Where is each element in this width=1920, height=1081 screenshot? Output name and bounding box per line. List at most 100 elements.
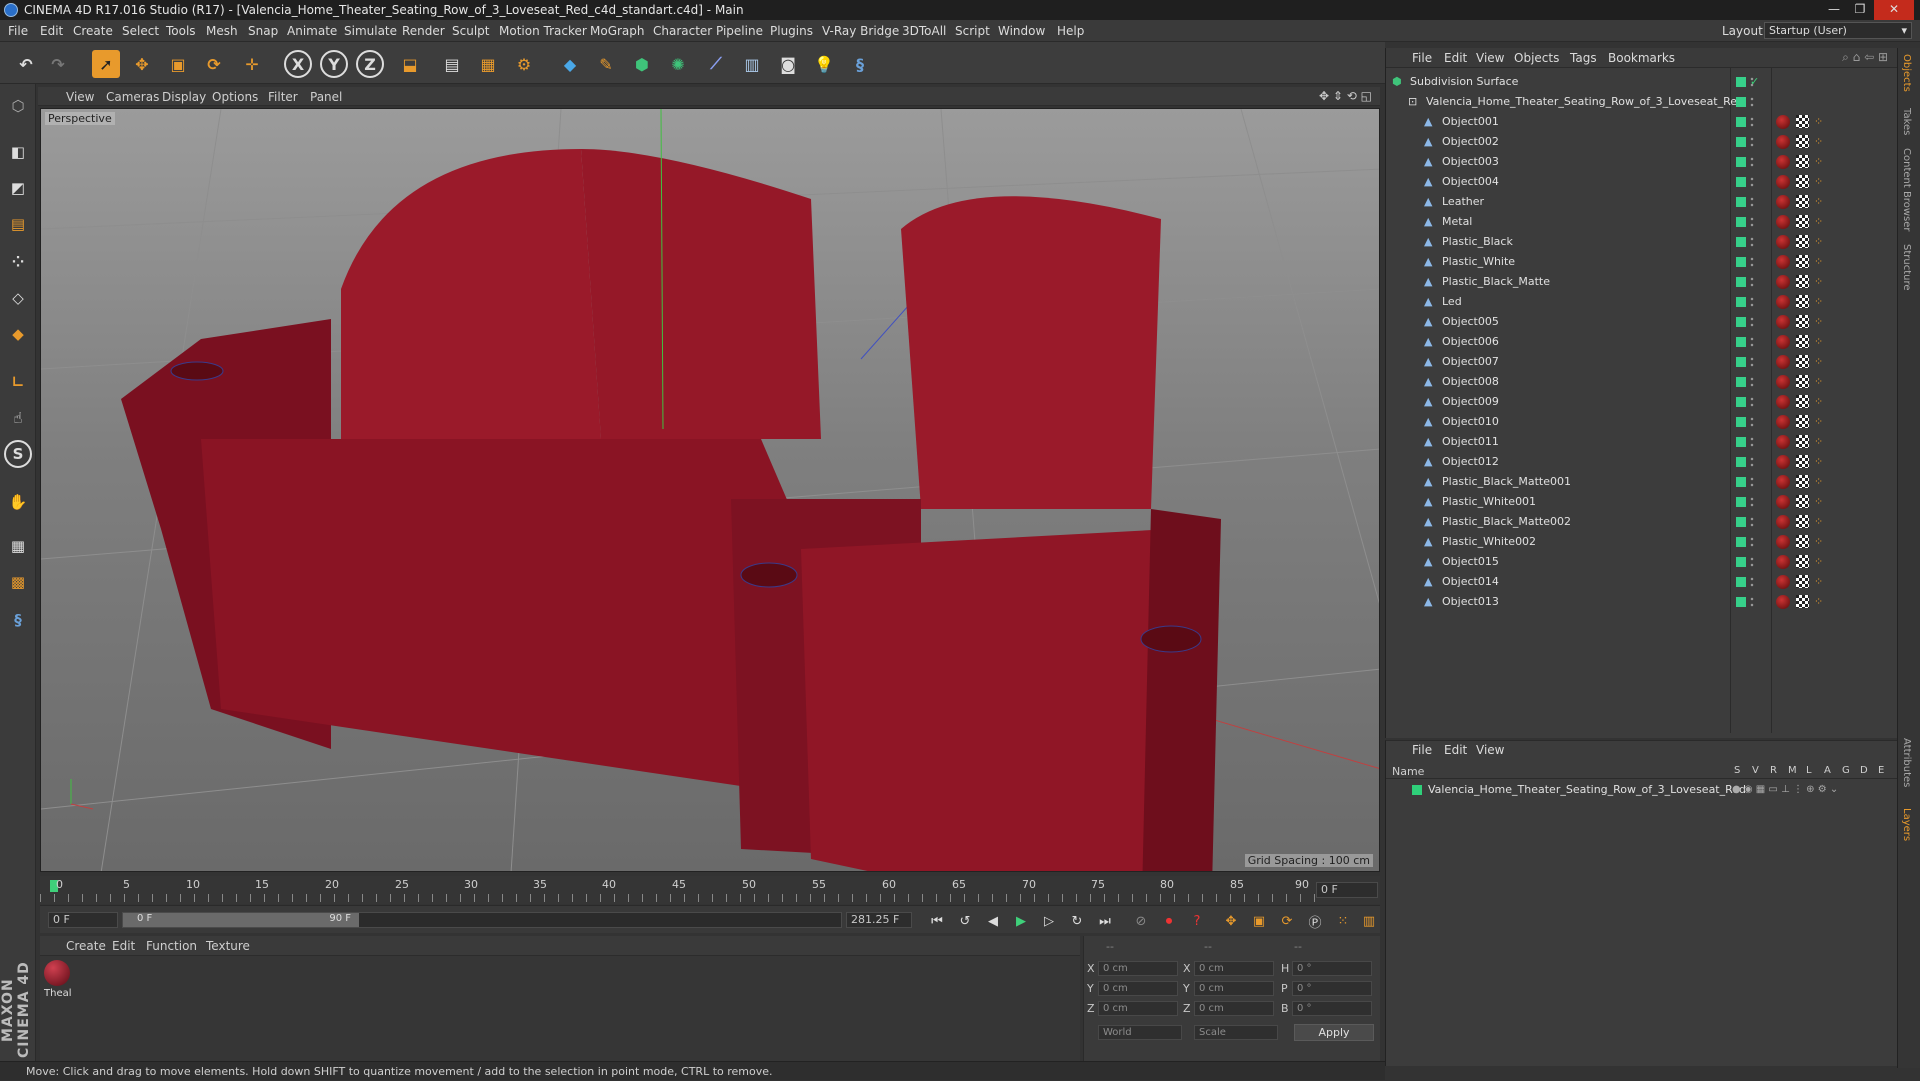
menu-render[interactable]: Render	[402, 24, 445, 38]
object-row[interactable]: ▲ Object005 ⁘	[1386, 312, 1898, 332]
material-tag-icon[interactable]	[1776, 295, 1790, 309]
workplane-icon[interactable]: ▤	[4, 210, 32, 238]
selection-tag-icon[interactable]: ⁘	[1814, 275, 1826, 288]
visibility-toggle[interactable]	[1736, 377, 1746, 387]
material-tag-icon[interactable]	[1776, 595, 1790, 609]
selection-tag-icon[interactable]: ⁘	[1814, 215, 1826, 228]
viewport-menu-cameras[interactable]: Cameras	[106, 90, 159, 104]
render-visibility-dots[interactable]	[1750, 336, 1754, 348]
visibility-toggle[interactable]	[1736, 157, 1746, 167]
uvw-tag-icon[interactable]	[1796, 275, 1809, 288]
rotation-p-field[interactable]: 0 °	[1292, 981, 1372, 996]
minimize-button[interactable]: —	[1822, 0, 1846, 20]
render-visibility-dots[interactable]	[1750, 96, 1754, 108]
visibility-toggle[interactable]	[1736, 437, 1746, 447]
material-tag-icon[interactable]	[1776, 375, 1790, 389]
material-tag-icon[interactable]	[1776, 195, 1790, 209]
live-select-icon[interactable]: ➚	[92, 50, 120, 78]
deformer-icon[interactable]: ⟋	[702, 50, 730, 78]
render-visibility-dots[interactable]	[1750, 496, 1754, 508]
object-row[interactable]: ▲ Object010 ⁘	[1386, 412, 1898, 432]
visibility-toggle[interactable]	[1736, 537, 1746, 547]
material-menu-create[interactable]: Create	[66, 939, 106, 953]
subdivision-icon[interactable]: ⬢	[628, 50, 656, 78]
timeline-layout-icon[interactable]: ▥	[1358, 910, 1380, 932]
rotation-h-field[interactable]: 0 °	[1292, 961, 1372, 976]
selection-tag-icon[interactable]: ⁘	[1814, 315, 1826, 328]
render-visibility-dots[interactable]	[1750, 536, 1754, 548]
render-visibility-dots[interactable]	[1750, 396, 1754, 408]
uvw-tag-icon[interactable]	[1796, 475, 1809, 488]
uvw-tag-icon[interactable]	[1796, 435, 1809, 448]
viewport-menu-panel[interactable]: Panel	[310, 90, 342, 104]
menu-character[interactable]: Character	[653, 24, 712, 38]
selection-tag-icon[interactable]: ⁘	[1814, 595, 1826, 608]
visibility-toggle[interactable]	[1736, 277, 1746, 287]
menu-vray-bridge[interactable]: V-Ray Bridge	[822, 24, 899, 38]
render-visibility-dots[interactable]	[1750, 116, 1754, 128]
coordinate-space-select[interactable]: World	[1098, 1025, 1182, 1040]
menu-plugins[interactable]: Plugins	[770, 24, 813, 38]
visibility-toggle[interactable]	[1736, 577, 1746, 587]
object-row[interactable]: ▲ Leather ⁘	[1386, 192, 1898, 212]
uvw-tag-icon[interactable]	[1796, 415, 1809, 428]
axis-mode-icon[interactable]: ∟	[4, 368, 32, 396]
render-visibility-dots[interactable]	[1750, 416, 1754, 428]
menu-help[interactable]: Help	[1057, 24, 1084, 38]
viewport-nav-icons[interactable]: ✥ ⇕ ⟲ ◱	[1319, 89, 1372, 103]
om-menu-bookmarks[interactable]: Bookmarks	[1608, 51, 1675, 65]
3d-viewport[interactable]: Perspective Grid Spacing : 100 cm	[40, 108, 1380, 872]
uvw-tag-icon[interactable]	[1796, 395, 1809, 408]
go-to-start-icon[interactable]: ⏮	[926, 910, 948, 932]
selection-tag-icon[interactable]: ⁘	[1814, 495, 1826, 508]
uvw-tag-icon[interactable]	[1796, 555, 1809, 568]
object-row[interactable]: ▲ Object011 ⁘	[1386, 432, 1898, 452]
om-menu-file[interactable]: File	[1412, 51, 1432, 65]
object-row[interactable]: ▲ Plastic_Black ⁘	[1386, 232, 1898, 252]
solo-icon[interactable]: ▩	[4, 568, 32, 596]
render-visibility-dots[interactable]	[1750, 376, 1754, 388]
visibility-toggle[interactable]	[1736, 117, 1746, 127]
layer-flags-icons[interactable]: ● ◉ ▦ ▭ ⊥ ⋮ ⊕ ⚙ ⌄	[1732, 781, 1838, 799]
tab-objects[interactable]: Objects	[1901, 54, 1912, 92]
visibility-toggle[interactable]	[1736, 597, 1746, 607]
om-menu-objects[interactable]: Objects	[1514, 51, 1559, 65]
redo-icon[interactable]: ↷	[44, 50, 72, 78]
om-menu-view[interactable]: View	[1476, 51, 1504, 65]
material-tag-icon[interactable]	[1776, 315, 1790, 329]
floor-icon[interactable]: ▥	[738, 50, 766, 78]
python-icon[interactable]: §	[4, 606, 32, 634]
previous-frame-icon[interactable]: ◀	[982, 910, 1004, 932]
material-tag-icon[interactable]	[1776, 235, 1790, 249]
object-row[interactable]: ▲ Plastic_Black_Matte001 ⁘	[1386, 472, 1898, 492]
material-tag-icon[interactable]	[1776, 215, 1790, 229]
object-row[interactable]: ▲ Plastic_White001 ⁘	[1386, 492, 1898, 512]
om-menu-tags[interactable]: Tags	[1570, 51, 1597, 65]
uvw-tag-icon[interactable]	[1796, 215, 1809, 228]
menu-simulate[interactable]: Simulate	[344, 24, 397, 38]
object-row[interactable]: ▲ Object009 ⁘	[1386, 392, 1898, 412]
make-editable-icon[interactable]: ⬡	[4, 92, 32, 120]
material-tag-icon[interactable]	[1776, 155, 1790, 169]
uvw-tag-icon[interactable]	[1796, 235, 1809, 248]
rotation-b-field[interactable]: 0 °	[1292, 1001, 1372, 1016]
object-row[interactable]: ▲ Metal ⁘	[1386, 212, 1898, 232]
object-row[interactable]: ▲ Object001 ⁘	[1386, 112, 1898, 132]
menu-file[interactable]: File	[8, 24, 28, 38]
viewport-menu-view[interactable]: View	[66, 90, 94, 104]
material-tag-icon[interactable]	[1776, 355, 1790, 369]
uvw-tag-icon[interactable]	[1796, 515, 1809, 528]
visibility-toggle[interactable]	[1736, 517, 1746, 527]
material-tag-icon[interactable]	[1776, 515, 1790, 529]
current-frame-field[interactable]: 0 F	[1316, 882, 1378, 898]
material-tag-icon[interactable]	[1776, 415, 1790, 429]
render-visibility-dots[interactable]	[1750, 276, 1754, 288]
go-to-end-icon[interactable]: ⏭	[1094, 910, 1116, 932]
render-visibility-dots[interactable]	[1750, 556, 1754, 568]
coordinate-system-icon[interactable]: ⬓	[396, 50, 424, 78]
rotate-icon[interactable]: ⟳	[200, 50, 228, 78]
menu-mesh[interactable]: Mesh	[206, 24, 238, 38]
material-tag-icon[interactable]	[1776, 255, 1790, 269]
python-icon[interactable]: §	[846, 50, 874, 78]
apply-button[interactable]: Apply	[1294, 1024, 1374, 1041]
